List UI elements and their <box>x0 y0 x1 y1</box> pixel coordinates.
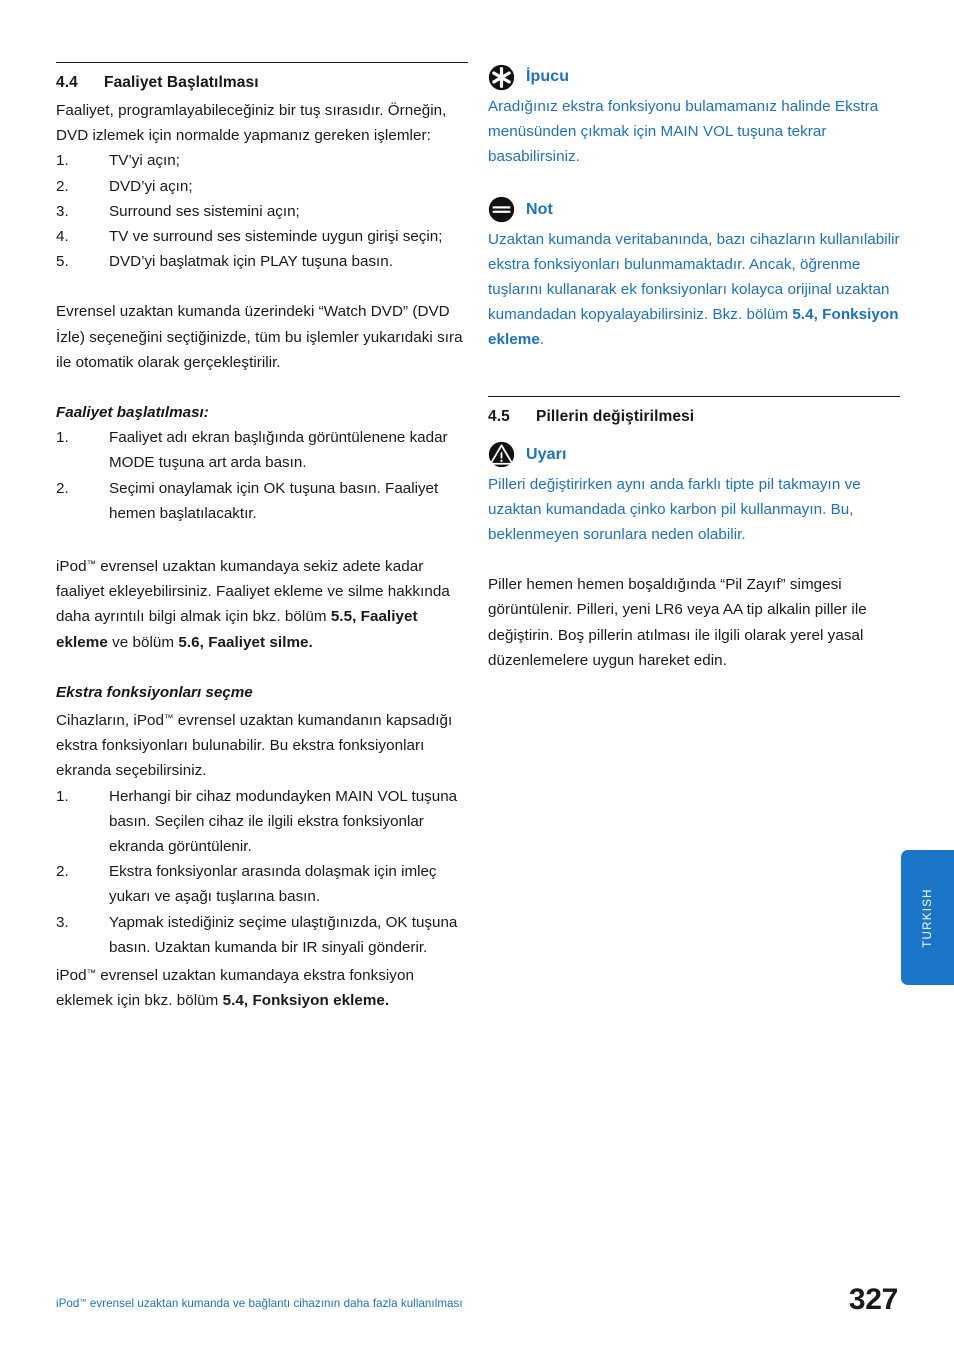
intro-paragraph: Faaliyet, programlayabileceğiniz bir tuş… <box>56 102 447 145</box>
note-callout-header: Not <box>488 195 900 225</box>
extra-functions-paragraph: Cihazların, iPod™ evrensel uzaktan kuman… <box>56 705 468 784</box>
side-tab-label: TURKISH <box>921 887 934 948</box>
right-column: İpucu Aradığınız ekstra fonksiyonu bulam… <box>488 62 900 673</box>
list-text: Herhangi bir cihaz modundayken MAIN VOL … <box>109 787 458 855</box>
watch-dvd-paragraph: Evrensel uzaktan kumanda üzerindeki “Wat… <box>56 303 463 371</box>
battery-paragraph: Piller hemen hemen boşaldığında “Pil Zay… <box>488 576 867 669</box>
page-number: 327 <box>848 1283 898 1316</box>
activity-steps-list: 1. Faaliyet adı ekran başlığında görüntü… <box>56 425 468 526</box>
asterisk-circle-icon <box>488 64 515 90</box>
list-marker: 1. <box>56 429 69 447</box>
list-marker: 2. <box>56 177 69 195</box>
language-side-tab: TURKISH <box>901 850 954 985</box>
list-marker: 3. <box>56 202 69 220</box>
list-marker: 1. <box>56 787 69 805</box>
extra-functions-steps-list: 1. Herhangi bir cihaz modundayken MAIN V… <box>56 784 468 960</box>
document-page: 4.4 Faaliyet Başlatılması Faaliyet, prog… <box>0 0 954 1350</box>
list-item: 3. Surround ses sistemini açın; <box>56 199 468 224</box>
list-text: Faaliyet adı ekran başlığında görüntülen… <box>109 429 448 472</box>
list-marker: 4. <box>56 228 69 246</box>
list-item: 2. DVD’yi açın; <box>56 174 468 199</box>
tip-callout-header: İpucu <box>488 62 900 92</box>
trademark-symbol: ™ <box>86 967 97 978</box>
list-item: 3. Yapmak istediğiniz seçime ulaştığınız… <box>56 910 468 960</box>
trademark-symbol: ™ <box>79 1297 87 1306</box>
note-lines-circle-icon <box>488 196 515 223</box>
list-text: TV’yi açın; <box>109 152 180 170</box>
extra-functions-heading: Ekstra fonksiyonları seçme <box>56 683 253 701</box>
warning-label: Uyarı <box>526 445 567 463</box>
list-marker: 2. <box>56 479 69 497</box>
section-heading-4-4: 4.4 Faaliyet Başlatılması <box>56 74 468 92</box>
text-run: iPod <box>56 1297 80 1311</box>
list-item: 2. Ekstra fonksiyonlar arasında dolaşmak… <box>56 859 468 909</box>
list-marker: 5. <box>56 253 69 271</box>
text-run: Cihazların, iPod <box>56 711 165 729</box>
list-item: 2. Seçimi onaylamak için OK tuşuna basın… <box>56 476 468 526</box>
section-number: 4.4 <box>56 74 78 91</box>
list-item: 4. TV ve surround ses sisteminde uygun g… <box>56 224 468 249</box>
left-column: 4.4 Faaliyet Başlatılması Faaliyet, prog… <box>56 62 468 1013</box>
tip-label: İpucu <box>526 68 570 85</box>
list-text: DVD’yi başlatmak için PLAY tuşuna basın. <box>109 253 393 271</box>
list-text: Ekstra fonksiyonlar arasında dolaşmak iç… <box>109 863 437 906</box>
list-marker: 1. <box>56 152 69 170</box>
section-title: Faaliyet Başlatılması <box>104 74 259 91</box>
trademark-symbol: ™ <box>164 712 174 724</box>
list-marker: 2. <box>56 863 69 881</box>
warning-callout-header: Uyarı <box>488 440 900 470</box>
list-item: 1. TV’yi açın; <box>56 148 468 173</box>
warning-triangle-circle-icon <box>488 441 515 468</box>
intro-steps-list: 1. TV’yi açın; 2. DVD’yi açın; 3. Surrou… <box>56 148 468 274</box>
list-item: 1. Faaliyet adı ekran başlığında görüntü… <box>56 425 468 475</box>
text-run: ve bölüm <box>107 633 179 651</box>
text-run: iPod <box>56 558 87 575</box>
activity-start-heading: Faaliyet başlatılması: <box>56 404 209 422</box>
list-text: Seçimi onaylamak için OK tuşuna basın. F… <box>109 479 439 522</box>
section-divider-rule <box>488 395 900 397</box>
ipod-activities-paragraph: iPod™ evrensel uzaktan kumandaya sekiz a… <box>56 551 468 655</box>
section-divider-rule <box>56 62 468 63</box>
reference-bold: 5.6, Faaliyet silme. <box>178 633 313 651</box>
trademark-symbol: ™ <box>86 558 97 570</box>
section-heading-4-5: 4.5 Pillerin değiştirilmesi <box>488 408 900 426</box>
section-number: 4.5 <box>488 407 510 425</box>
section-title: Pillerin değiştirilmesi <box>536 407 695 425</box>
text-run: iPod <box>56 966 87 984</box>
list-text: Yapmak istediğiniz seçime ulaştığınızda,… <box>109 913 458 956</box>
list-marker: 3. <box>56 913 69 931</box>
note-label: Not <box>526 200 553 218</box>
list-text: Surround ses sistemini açın; <box>109 202 300 220</box>
closing-paragraph: iPod™ evrensel uzaktan kumandaya ekstra … <box>56 960 468 1013</box>
note-text: Uzaktan kumanda veritabanında, bazı ciha… <box>488 227 900 353</box>
tip-text: Aradığınız ekstra fonksiyonu bulamamanız… <box>488 98 879 166</box>
list-item: 1. Herhangi bir cihaz modundayken MAIN V… <box>56 784 468 860</box>
list-text: TV ve surround ses sisteminde uygun giri… <box>109 228 443 246</box>
footer-caption: iPod™ evrensel uzaktan kumanda ve bağlan… <box>56 1297 463 1310</box>
list-text: DVD’yi açın; <box>109 177 193 195</box>
text-run: evrensel uzaktan kumanda ve bağlantı cih… <box>86 1297 463 1311</box>
list-item: 5. DVD’yi başlatmak için PLAY tuşuna bas… <box>56 249 468 274</box>
reference-bold: 5.4, Fonksiyon ekleme. <box>222 992 390 1010</box>
warning-text: Pilleri değiştirirken aynı anda farklı t… <box>488 475 861 544</box>
text-run: . <box>539 331 545 349</box>
